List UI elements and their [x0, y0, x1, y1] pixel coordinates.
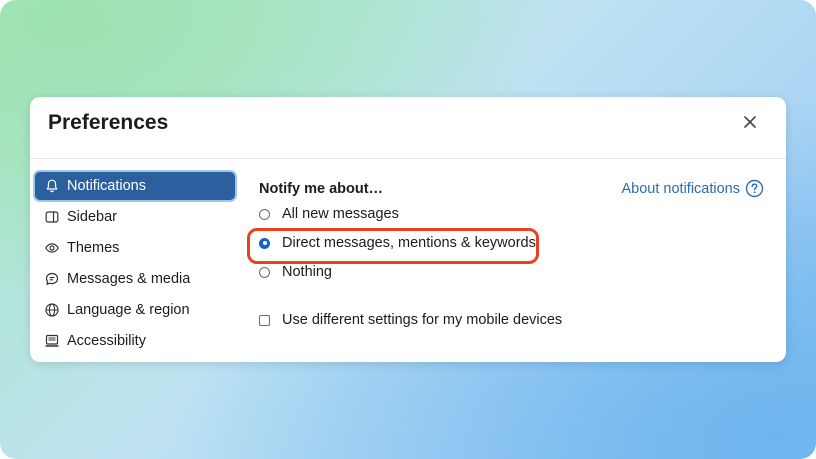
bell-icon	[44, 178, 60, 194]
sidebar-item-language-region[interactable]: Language & region	[35, 296, 235, 324]
sidebar-item-themes[interactable]: Themes	[35, 234, 235, 262]
sidebar-item-notifications[interactable]: Notifications	[35, 172, 235, 200]
sidebar-item-accessibility[interactable]: Accessibility	[35, 327, 235, 355]
option-all-new-messages[interactable]: All new messages	[259, 206, 399, 222]
dialog-header: Preferences	[30, 97, 786, 159]
sidebar-item-label: Accessibility	[67, 333, 146, 349]
help-circle-icon	[745, 179, 764, 198]
radio-nothing[interactable]	[259, 266, 270, 278]
mobile-settings-option[interactable]: Use different settings for my mobile dev…	[259, 312, 562, 328]
close-button[interactable]	[738, 110, 762, 134]
option-label: Nothing	[282, 264, 332, 280]
sidebar-item-sidebar[interactable]: Sidebar	[35, 203, 235, 231]
notifications-panel: Notify me about… About notifications All…	[247, 172, 765, 362]
close-icon	[744, 116, 756, 128]
about-notifications-link[interactable]: About notifications	[622, 179, 765, 198]
radio-all-new-messages[interactable]	[259, 208, 270, 220]
sidebar-item-label: Messages & media	[67, 271, 191, 287]
sidebar-icon	[44, 209, 60, 225]
dialog-title: Preferences	[48, 111, 169, 134]
sidebar-item-label: Language & region	[67, 302, 190, 318]
sidebar-item-messages-media[interactable]: Messages & media	[35, 265, 235, 293]
sidebar-item-label: Themes	[67, 240, 120, 256]
globe-icon	[44, 302, 60, 318]
option-nothing[interactable]: Nothing	[259, 264, 332, 280]
message-icon	[44, 271, 60, 287]
preferences-sidebar: Notifications Sidebar Themes Messages & …	[35, 172, 235, 358]
option-label: All new messages	[282, 206, 399, 222]
preferences-dialog: Preferences Notifications Sidebar Themes…	[30, 97, 786, 362]
background: Preferences Notifications Sidebar Themes…	[0, 0, 816, 459]
option-label: Use different settings for my mobile dev…	[282, 312, 563, 328]
keyboard-icon	[44, 333, 60, 349]
about-link-label: About notifications	[621, 180, 741, 197]
section-title: Notify me about…	[259, 181, 384, 197]
sidebar-item-label: Sidebar	[67, 209, 117, 225]
highlight-annotation	[247, 228, 539, 264]
sidebar-item-label: Notifications	[67, 178, 146, 194]
eye-icon	[44, 240, 60, 256]
mobile-settings-checkbox[interactable]	[259, 314, 270, 326]
